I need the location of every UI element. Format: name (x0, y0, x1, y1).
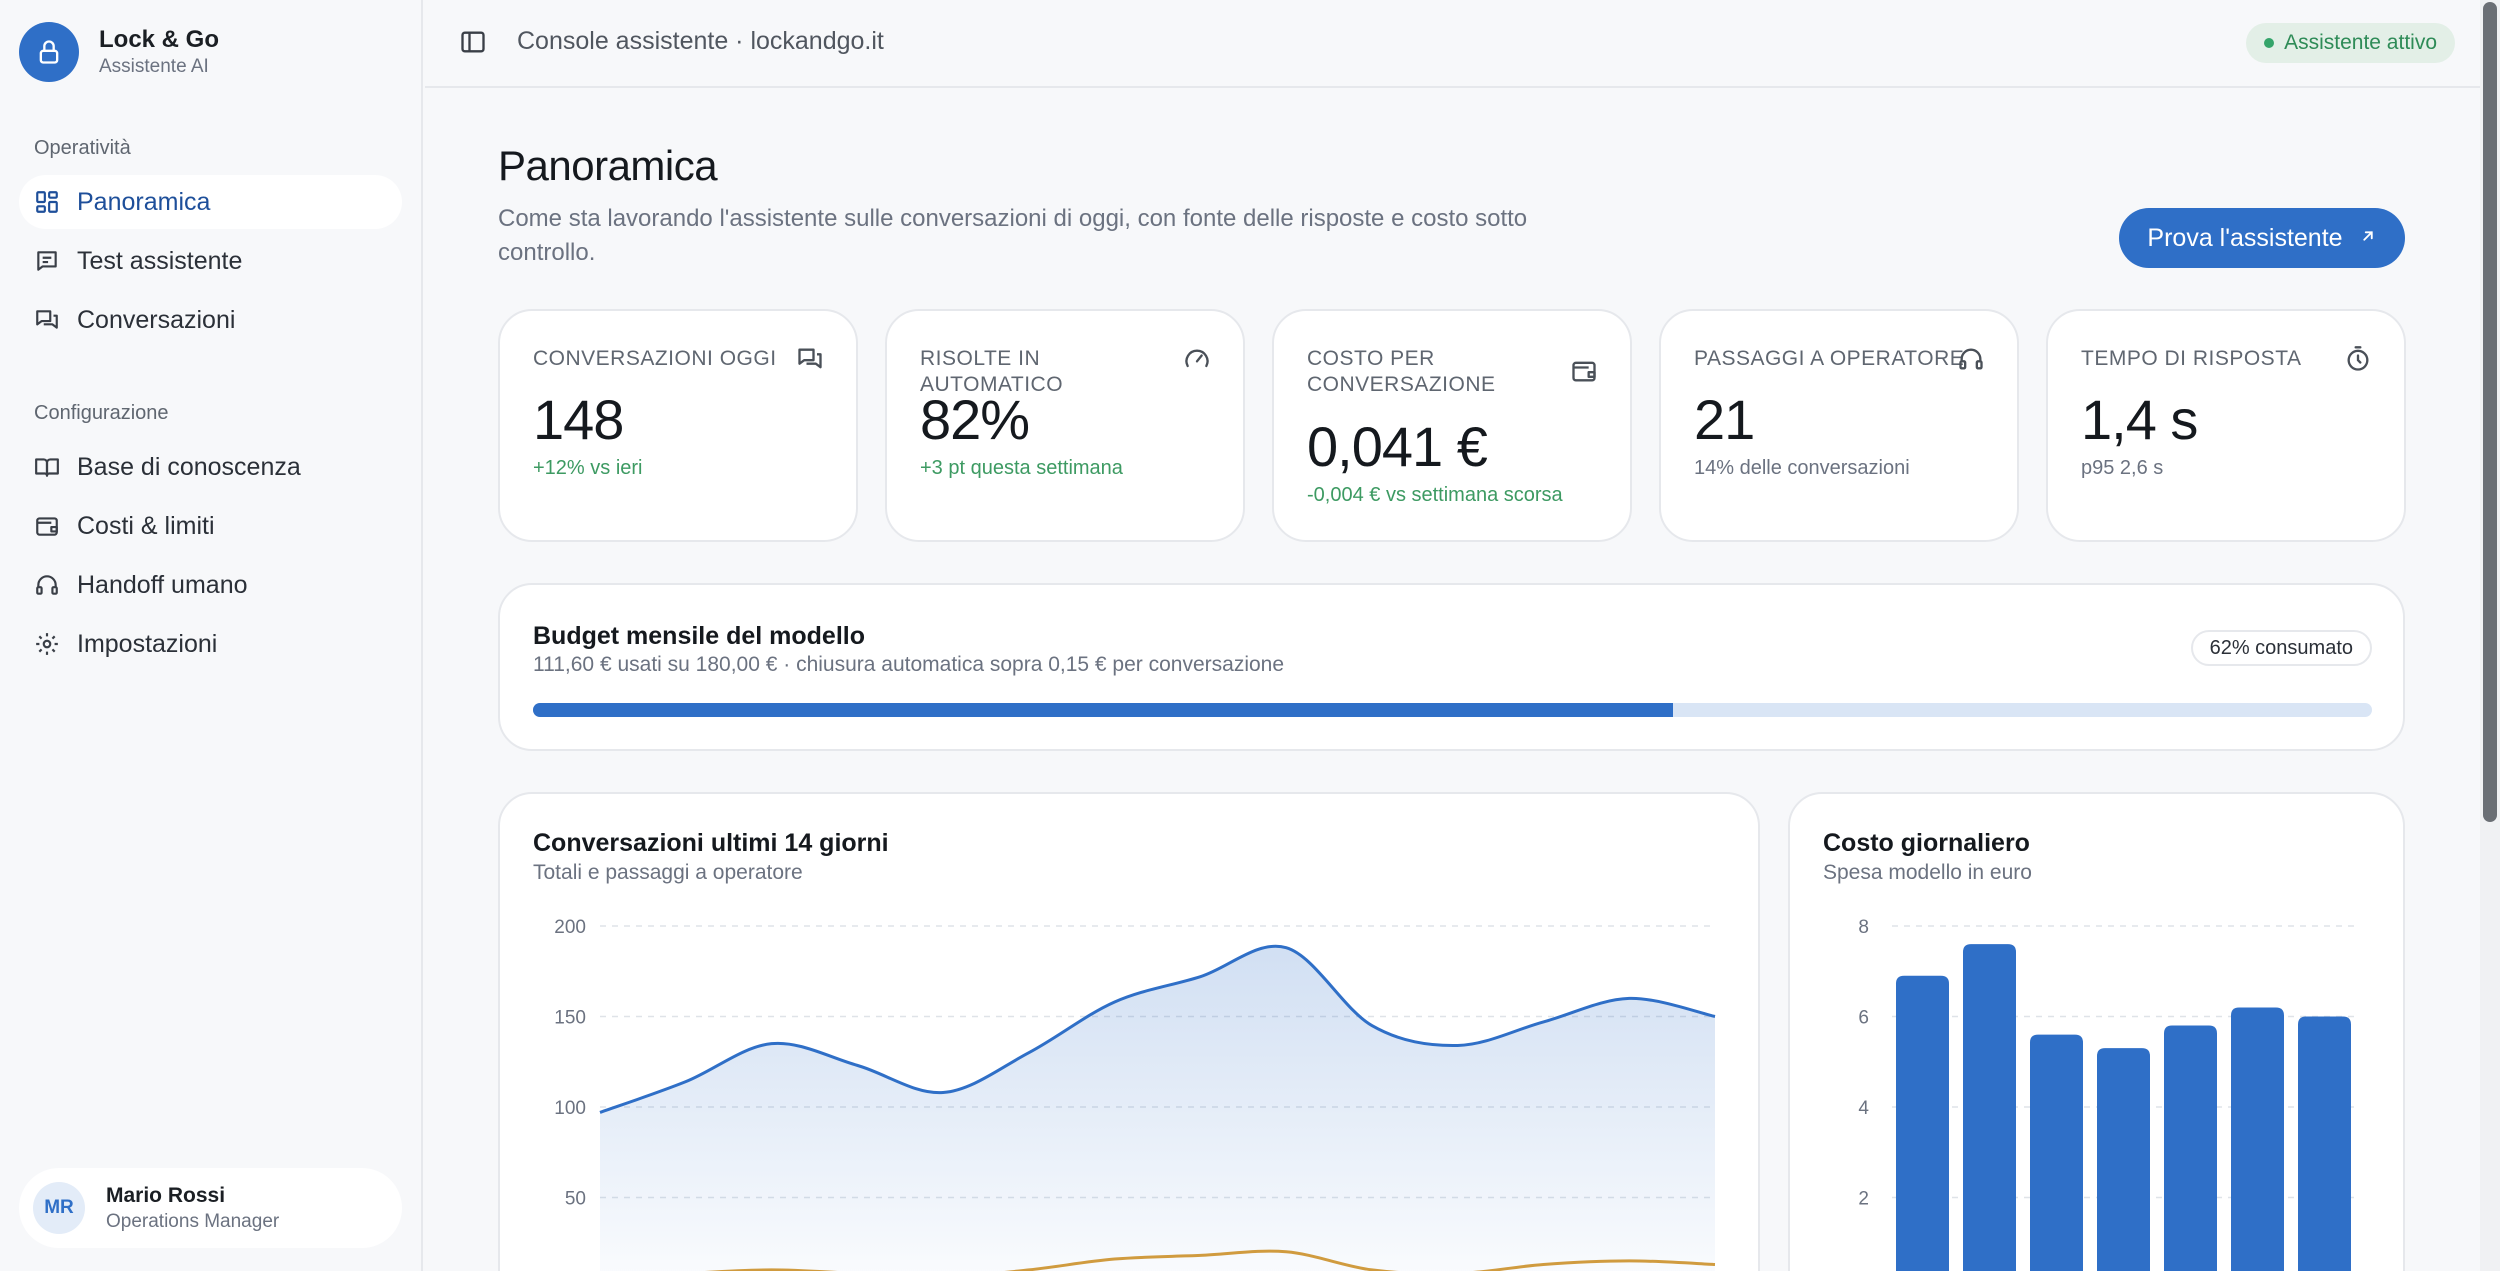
user-name: Mario Rossi (106, 1183, 226, 1207)
cost-bar (2298, 1016, 2351, 1271)
status-dot-icon (2264, 38, 2275, 48)
stat-value: 21 (1694, 388, 1755, 451)
cost-bar (2231, 1007, 2284, 1271)
stat-value: 1,4 s (2081, 388, 2198, 451)
stat-value: 148 (533, 388, 624, 451)
conversations-chart: 050100150200 (554, 917, 1716, 1271)
sidebar-item-handoff-umano[interactable]: Handoff umano (19, 558, 402, 612)
scrollbar[interactable] (2480, 0, 2500, 1271)
sidebar-item-label: Panoramica (77, 187, 211, 216)
page-subtitle: Come sta lavorando l'assistente sulle co… (498, 205, 1528, 266)
wallet-icon (33, 512, 61, 540)
stat-label: PASSAGGI A OPERATORE (1694, 347, 1965, 370)
sidebar-item-label: Test assistente (77, 246, 243, 275)
nav-section-operativita: Operatività (34, 137, 131, 159)
cost-bar (1963, 944, 2016, 1271)
gauge-icon (1183, 345, 1211, 373)
budget-progress-bar (533, 703, 2372, 717)
gear-icon (33, 630, 61, 658)
breadcrumb: Console assistente · lockandgo.it (517, 27, 884, 55)
sidebar-item-label: Conversazioni (77, 305, 236, 334)
stat-value: 82% (920, 388, 1030, 451)
sidebar-item-panoramica[interactable]: Panoramica (19, 175, 402, 229)
avatar: MR (33, 1182, 85, 1234)
stat-value: 0,041 € (1307, 415, 1488, 478)
conversations-chart-card: Conversazioni ultimi 14 giorni Totali e … (498, 792, 1760, 1271)
nav-section-configurazione: Configurazione (34, 402, 169, 424)
y-tick-label: 8 (1858, 917, 1869, 938)
sidebar-item-test-assistente[interactable]: Test assistente (19, 234, 402, 288)
area-fill-series-0 (600, 946, 1715, 1271)
dashboard-icon (33, 188, 61, 216)
cost-chart: 02468 (1858, 917, 2355, 1271)
cost-bar (2097, 1048, 2150, 1271)
cost-bar (2164, 1025, 2217, 1271)
stat-card-costo-conversazione: COSTO PER CONVERSAZIONE 0,041 € -0,004 €… (1272, 309, 1632, 542)
chat-bubbles-icon (796, 345, 824, 373)
brand-subtitle: Assistente AI (99, 56, 209, 77)
stat-note: -0,004 € vs settimana scorsa (1307, 484, 1563, 506)
sidebar-toggle-icon[interactable] (459, 28, 489, 58)
status-label: Assistente attivo (2284, 31, 2437, 54)
page-title: Panoramica (498, 142, 718, 189)
scrollbar-thumb[interactable] (2483, 2, 2497, 822)
y-tick-label: 50 (565, 1189, 586, 1210)
budget-title: Budget mensile del modello (533, 622, 865, 650)
user-card[interactable]: MR Mario Rossi Operations Manager (19, 1168, 402, 1248)
topbar: Console assistente · lockandgo.it Assist… (425, 0, 2480, 88)
sidebar-item-costi-limiti[interactable]: Costi & limiti (19, 499, 402, 553)
stat-card-tempo-risposta: TEMPO DI RISPOSTA 1,4 s p95 2,6 s (2046, 309, 2406, 542)
budget-consumed-badge: 62% consumato (2190, 630, 2372, 666)
cost-bar (2030, 1034, 2083, 1271)
timer-icon (2344, 345, 2372, 373)
sidebar-item-conversazioni[interactable]: Conversazioni (19, 293, 402, 347)
stat-label: TEMPO DI RISPOSTA (2081, 347, 2302, 370)
stat-card-passaggi-operatore: PASSAGGI A OPERATORE 21 14% delle conver… (1659, 309, 2019, 542)
y-tick-label: 2 (1858, 1189, 1869, 1210)
sidebar-item-base-di-conoscenza[interactable]: Base di conoscenza (19, 440, 402, 494)
lock-icon (19, 22, 79, 82)
user-role: Operations Manager (106, 1210, 280, 1232)
cost-bar (1896, 975, 1949, 1271)
cost-chart-card: Costo giornaliero Spesa modello in euro … (1788, 792, 2405, 1271)
budget-progress-fill (533, 703, 1674, 717)
sidebar-item-label: Impostazioni (77, 629, 218, 658)
brand-name: Lock & Go (99, 26, 220, 53)
y-tick-label: 150 (554, 1008, 586, 1029)
sidebar: Lock & Go Assistente AI Operatività Pano… (0, 0, 423, 1271)
chat-icon (33, 247, 61, 275)
y-tick-label: 6 (1858, 1008, 1869, 1029)
y-tick-label: 100 (554, 1098, 586, 1119)
y-tick-label: 4 (1858, 1098, 1869, 1119)
conversations-icon (33, 306, 61, 334)
sidebar-item-label: Base di conoscenza (77, 452, 301, 481)
stat-card-conversazioni-oggi: CONVERSAZIONI OGGI 148 +12% vs ieri (498, 309, 858, 542)
y-tick-label: 200 (554, 917, 586, 938)
stat-card-risolte-automatico: RISOLTE IN AUTOMATICO 82% +3 pt questa s… (885, 309, 1245, 542)
sidebar-item-label: Costi & limiti (77, 511, 215, 540)
headset-icon (1957, 345, 1985, 373)
try-assistant-label: Prova l'assistente (2147, 223, 2343, 252)
budget-subtitle: 111,60 € usati su 180,00 € · chiusura au… (533, 653, 1285, 676)
sidebar-item-label: Handoff umano (77, 570, 248, 599)
stat-note: +3 pt questa settimana (920, 457, 1123, 479)
stat-note: 14% delle conversazioni (1694, 457, 1910, 479)
stat-note: +12% vs ieri (533, 457, 643, 479)
sidebar-item-impostazioni[interactable]: Impostazioni (19, 617, 402, 671)
arrow-up-right-icon (2359, 225, 2377, 251)
budget-card: Budget mensile del modello 111,60 € usat… (498, 583, 2405, 751)
stat-note: p95 2,6 s (2081, 457, 2164, 479)
stat-label: COSTO PER CONVERSAZIONE (1307, 347, 1496, 396)
try-assistant-button[interactable]: Prova l'assistente (2119, 208, 2405, 268)
book-icon (33, 453, 61, 481)
headset-icon (33, 571, 61, 599)
brand[interactable]: Lock & Go Assistente AI (19, 22, 219, 82)
stat-label: CONVERSAZIONI OGGI (533, 347, 777, 370)
wallet-icon (1570, 357, 1598, 385)
status-badge: Assistente attivo (2246, 23, 2455, 63)
